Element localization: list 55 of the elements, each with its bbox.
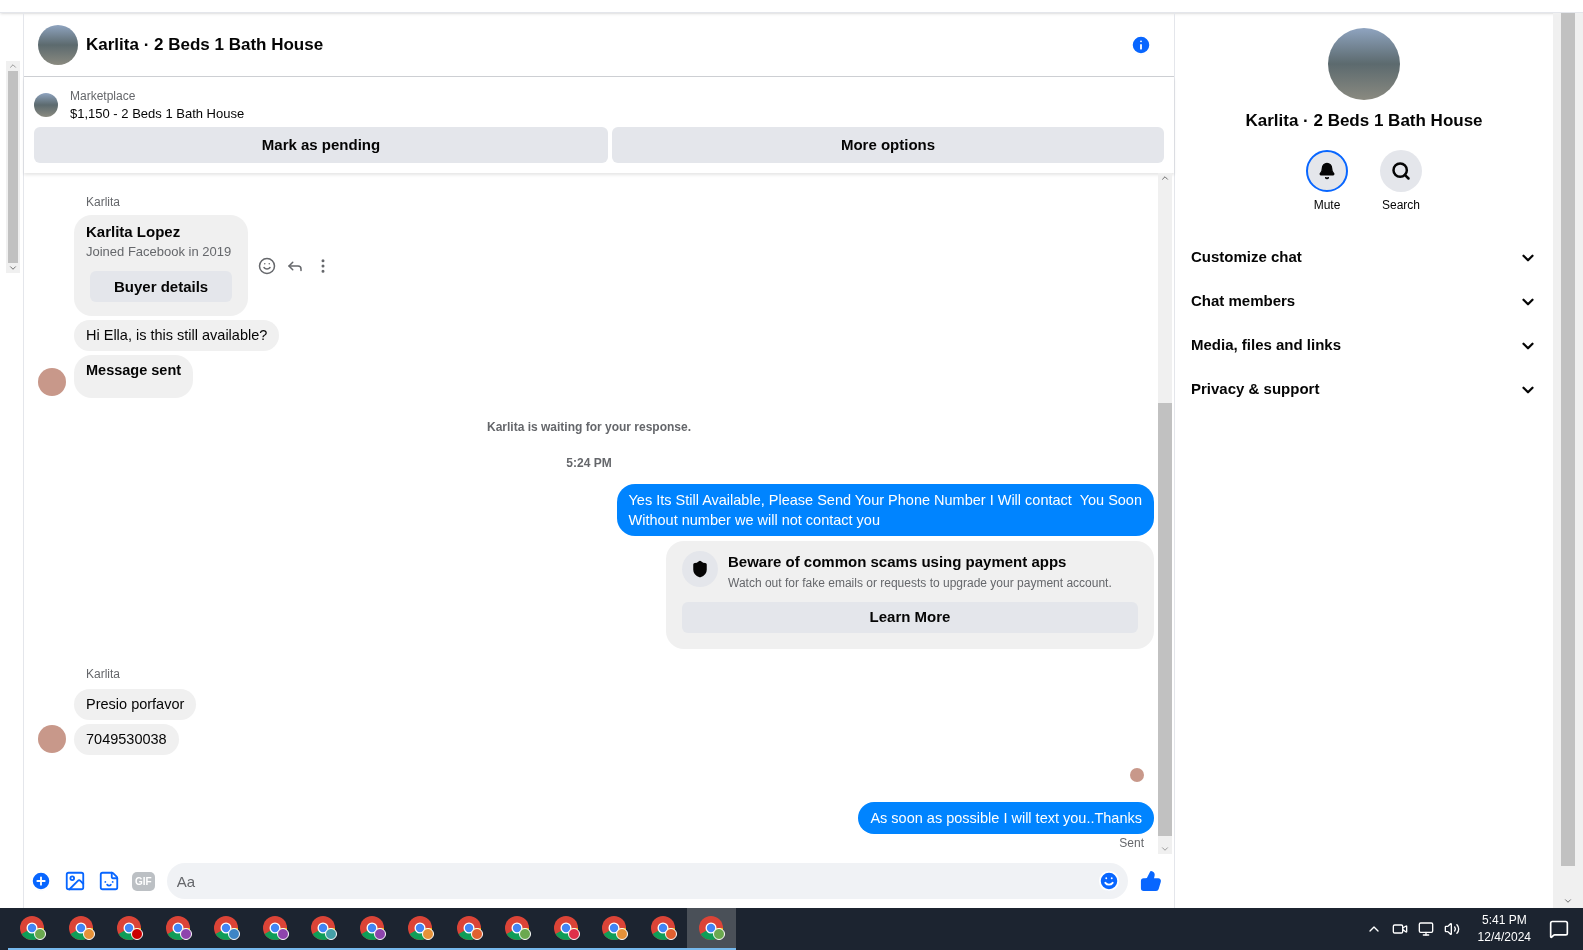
info-icon[interactable] [1130,33,1152,56]
buyer-joined: Joined Facebook in 2019 [86,243,233,261]
details-section[interactable]: Media, files and links [1191,323,1537,368]
scrollbar[interactable] [1553,13,1583,908]
listing-action-button[interactable]: More options [612,127,1164,163]
notice-title: Beware of common scams using payment apps [728,552,1068,572]
message-bubble: Presio porfavor [74,688,197,720]
message-bubble: 7049530038 [74,723,179,755]
clock[interactable]: 5:41 PM 12/4/2024 [1477,912,1531,946]
scroll-up-icon[interactable] [1160,173,1170,183]
details-title: Karlita · 2 Beds 1 Bath House [1245,110,1483,132]
chat-title: Karlita · 2 Beds 1 Bath House [86,33,324,56]
volume-icon[interactable] [1443,921,1460,937]
avatar [38,724,66,753]
message-bubble: Yes Its Still Available, Please Send Your Phone Number I Will contact You Soon Without number we will not contact you [616,484,1154,536]
shield-icon [682,551,718,587]
message-input[interactable]: Aa [166,863,1128,899]
waiting-notice: Karlita is waiting for your response. [486,419,691,436]
scrollbar[interactable] [6,61,20,273]
buyer-name: Karlita Lopez [86,223,182,241]
network-icon[interactable] [1417,921,1434,937]
scroll-down-icon[interactable] [1563,896,1573,906]
add-icon[interactable] [30,870,52,892]
react-icon[interactable] [258,256,277,275]
photo-placeholder [38,24,78,65]
details-section[interactable]: Chat members [1191,279,1537,324]
photo-placeholder [34,93,58,117]
avatar [38,368,66,396]
timestamp: 5:24 PM [566,455,612,472]
like-icon[interactable] [1140,870,1162,892]
learn-more-button[interactable]: Learn More [682,601,1138,633]
sender-name: Karlita [86,195,120,209]
avatar [1130,768,1144,782]
message-bubble: Message sent [74,355,194,398]
details-section[interactable]: Customize chat [1191,235,1537,280]
bell-icon [1318,161,1336,180]
photo-icon[interactable] [64,870,86,892]
delivery-status: Sent [1119,835,1144,852]
listing-title: $1,150 - 2 Beds 1 Bath House [70,105,245,123]
listing-source: Marketplace [70,88,137,105]
taskbar-app-button[interactable] [687,908,736,950]
scrollbar[interactable] [1158,173,1172,854]
message-bubble: Hi Ella, is this still available? [74,320,280,351]
scroll-down-icon[interactable] [8,263,18,273]
notice-body: Watch out for fake emails or requests to upgrade your payment account. [728,574,1112,592]
listing-action-button[interactable]: Mark as pending [34,127,608,163]
emoji-icon[interactable] [1098,870,1120,892]
camera-icon[interactable] [1391,921,1408,937]
sticker-icon[interactable] [98,870,120,892]
buyer-details-button[interactable]: Buyer details [90,271,233,302]
search-icon [1391,160,1411,181]
notification-icon[interactable] [1549,919,1569,939]
details-section[interactable]: Privacy & support [1191,367,1537,412]
message-bubble: As soon as possible I will text you..Thanks [858,802,1154,834]
sender-name: Karlita [86,666,120,681]
